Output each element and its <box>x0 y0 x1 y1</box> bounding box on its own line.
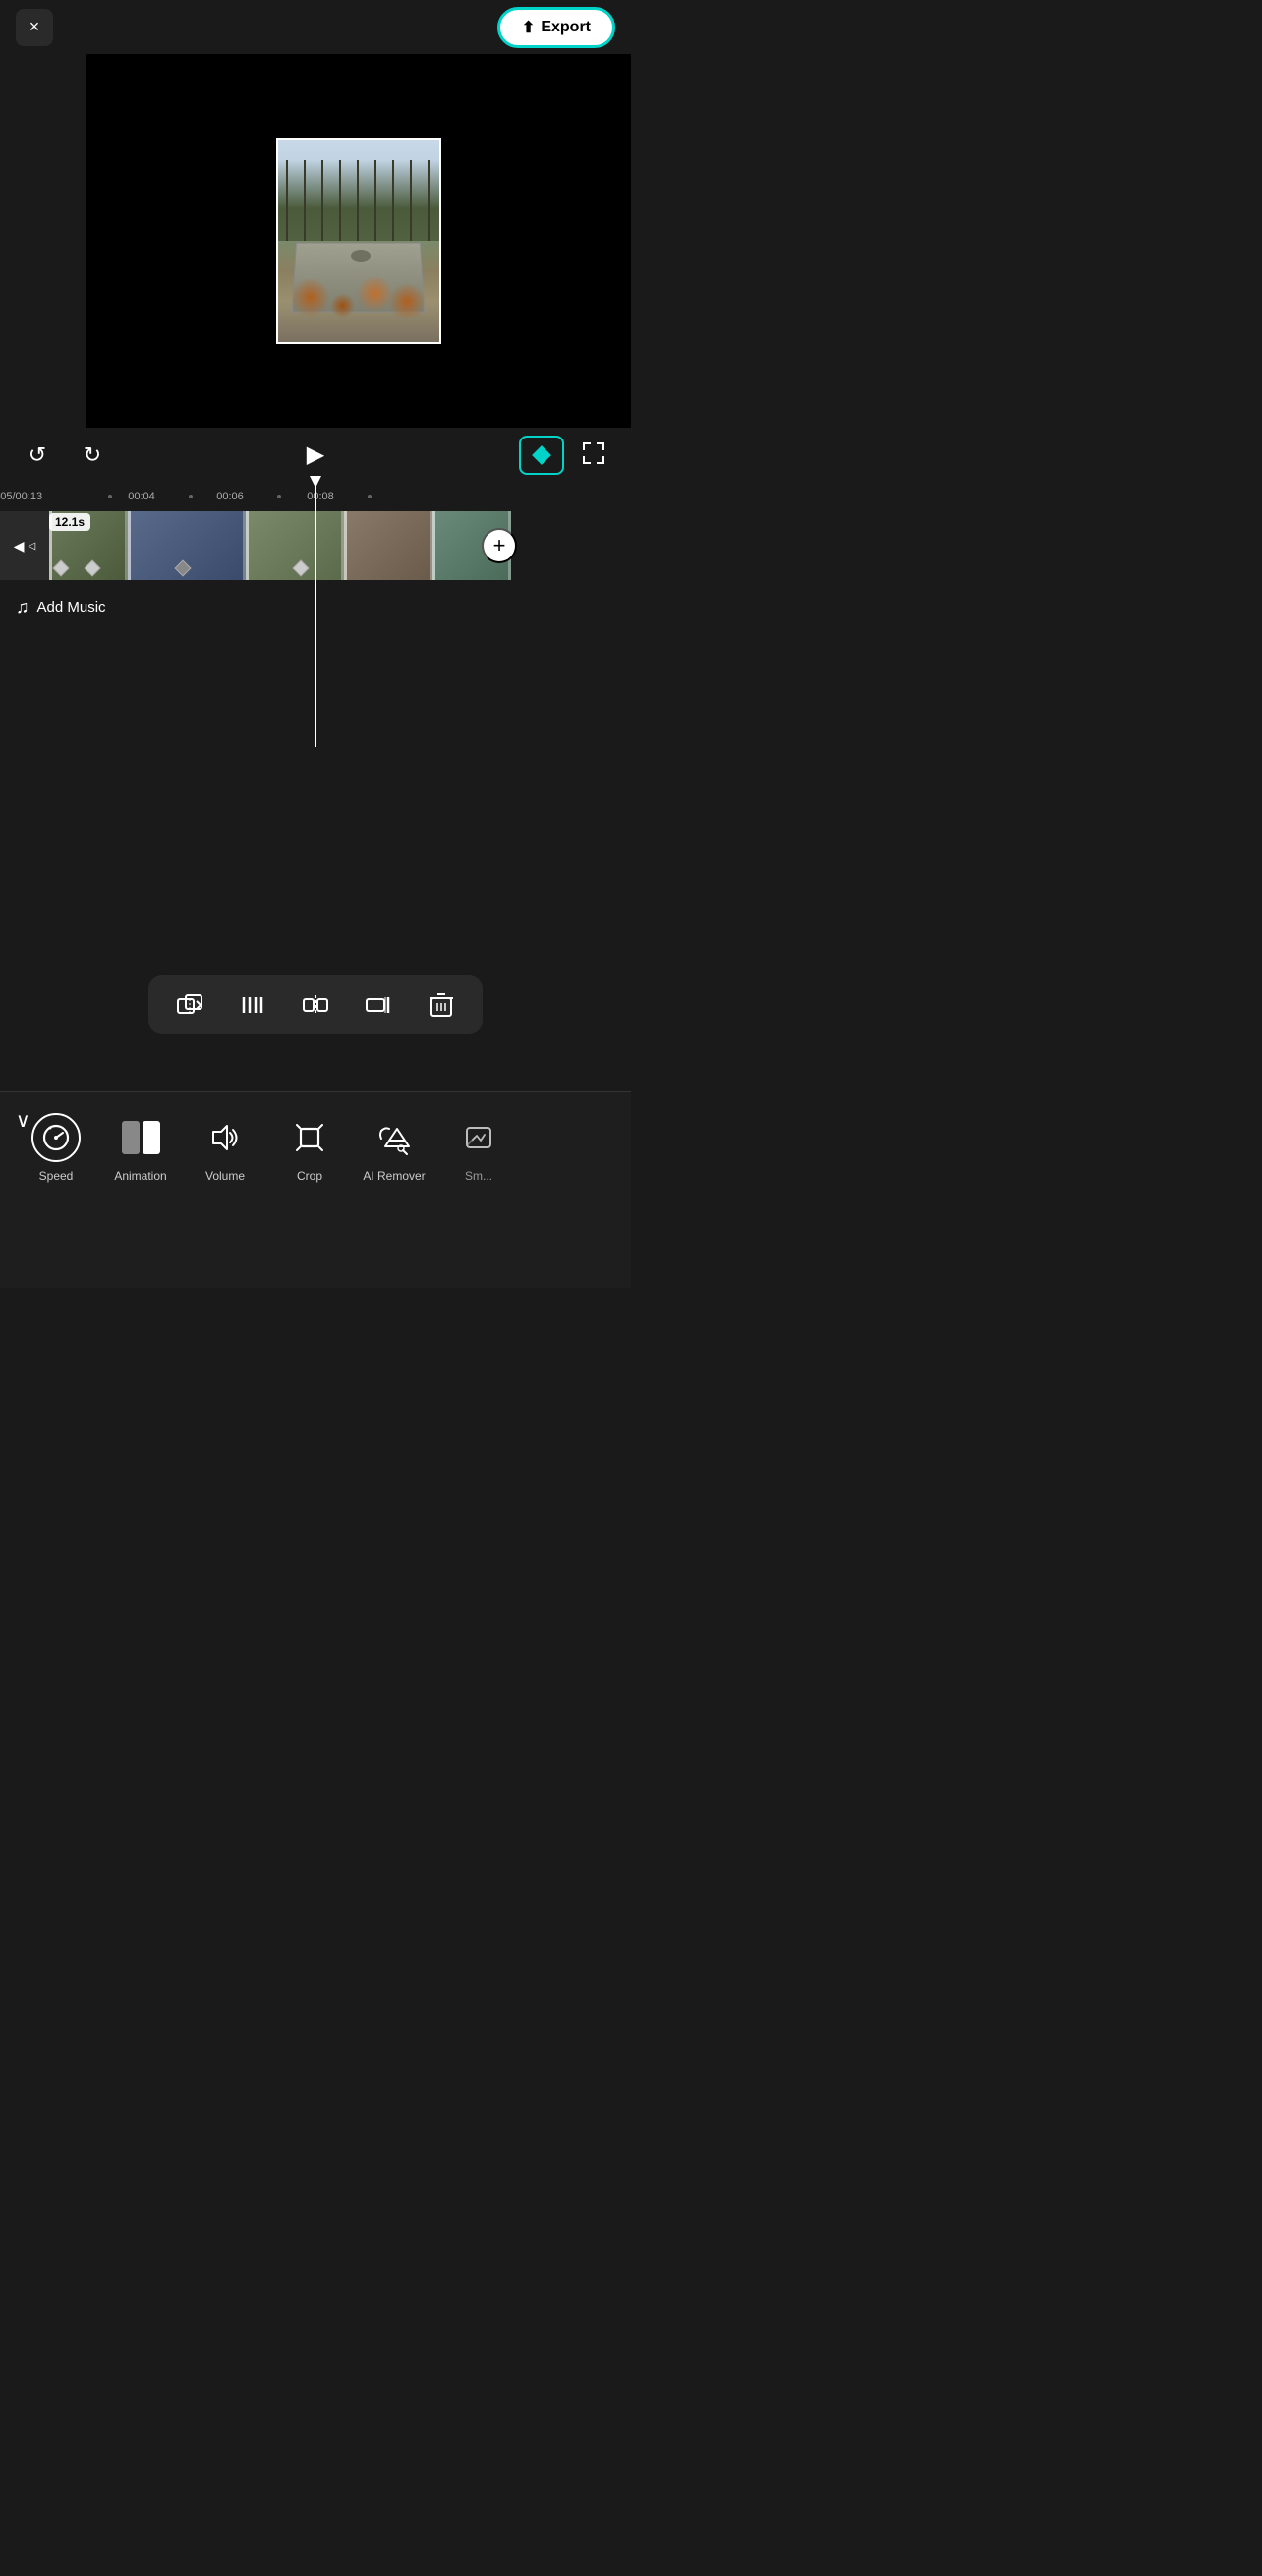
overlay-icon <box>176 991 203 1019</box>
export-label: Export <box>541 19 591 36</box>
fullscreen-icon <box>581 440 606 466</box>
trim-end-button[interactable] <box>357 983 400 1026</box>
clip-4[interactable] <box>344 511 432 580</box>
crop-tool[interactable]: Crop <box>267 1106 352 1189</box>
add-clip-area: + <box>511 511 527 580</box>
export-icon: ⬆ <box>522 18 535 37</box>
current-time: 00:05/00:13 <box>0 491 42 502</box>
collapse-arrow[interactable]: ∨ <box>16 1108 30 1133</box>
delete-icon <box>429 991 454 1019</box>
bottom-toolbar: ∨ Speed <box>0 1091 631 1288</box>
add-clip-button[interactable]: + <box>482 528 517 563</box>
smart-cutout-icon <box>461 1120 496 1155</box>
trim-end-icon <box>365 991 392 1019</box>
clip-3[interactable] <box>246 511 344 580</box>
clip-2[interactable] <box>128 511 246 580</box>
ruler-time-2: 00:06 <box>216 491 244 502</box>
overlay-tool-button[interactable] <box>168 983 211 1026</box>
animation-label: Animation <box>114 1169 166 1183</box>
keyframe-button[interactable] <box>519 436 564 475</box>
ruler-dot-4 <box>368 495 372 498</box>
animation-icon-wrap <box>115 1112 166 1163</box>
smart-cutout-tool[interactable]: Sm... <box>436 1106 521 1189</box>
split-at-head-icon <box>239 991 266 1019</box>
speed-svg <box>41 1123 71 1152</box>
header: × ⬆ Export <box>0 0 631 54</box>
volume-icon-wrap <box>200 1112 251 1163</box>
speed-icon <box>31 1113 81 1162</box>
smart-cutout-label: Sm... <box>465 1169 492 1183</box>
music-icon: ♫ <box>16 597 29 617</box>
undo-button[interactable]: ↺ <box>20 438 55 473</box>
ruler-dot-3 <box>277 495 281 498</box>
crop-icon-wrap <box>284 1112 335 1163</box>
diamond-1 <box>53 560 70 577</box>
track-clips: + <box>49 511 631 580</box>
speed-icon-wrap <box>30 1112 82 1163</box>
fullscreen-button[interactable] <box>576 436 611 471</box>
animation-tool[interactable]: Animation <box>98 1106 183 1189</box>
ai-remover-icon-wrap <box>369 1112 420 1163</box>
animation-icon <box>116 1113 165 1162</box>
play-button[interactable]: ▶ <box>298 438 333 473</box>
timeline-edit-toolbar <box>148 975 483 1034</box>
delete-button[interactable] <box>420 983 463 1026</box>
volume-icon <box>207 1120 243 1155</box>
ai-remover-label: AI Remover <box>363 1169 425 1183</box>
volume-tool[interactable]: Volume <box>183 1106 267 1189</box>
redo-button[interactable]: ↻ <box>75 438 110 473</box>
export-button[interactable]: ⬆ Export <box>497 7 615 48</box>
playback-controls: ↺ ↻ ▶ <box>0 428 631 482</box>
ruler-time-1: 00:04 <box>128 491 155 502</box>
speed-label: Speed <box>39 1169 74 1183</box>
keyframe-diamond-icon <box>532 445 551 465</box>
split-icon <box>302 991 329 1019</box>
track-duration: 12.1s <box>49 513 90 531</box>
video-preview <box>86 54 631 428</box>
timeline-playhead <box>315 482 316 747</box>
ai-remover-icon <box>375 1119 413 1156</box>
ruler-time-3: 00:08 <box>307 491 334 502</box>
split-at-head-button[interactable] <box>231 983 274 1026</box>
split-button[interactable] <box>294 983 337 1026</box>
diamond-2 <box>85 560 101 577</box>
track-nav-left[interactable]: ◀ ◁ <box>0 511 49 580</box>
bottom-tools-list: Speed Animation Volume <box>0 1092 631 1288</box>
add-music-label: Add Music <box>37 599 106 615</box>
close-button[interactable]: × <box>16 9 53 46</box>
nav-arrow-left: ◀ <box>14 538 25 555</box>
ruler-dot-2 <box>189 495 193 498</box>
video-frame <box>276 138 441 344</box>
volume-label: Volume <box>205 1169 245 1183</box>
nav-arrow-small: ◁ <box>29 541 36 552</box>
ruler-dot-1 <box>108 495 112 498</box>
diamond-4 <box>293 560 310 577</box>
diamond-3 <box>175 560 192 577</box>
smart-cutout-icon-wrap <box>453 1112 504 1163</box>
crop-label: Crop <box>297 1169 322 1183</box>
crop-icon <box>292 1120 327 1155</box>
ai-remover-tool[interactable]: AI Remover <box>352 1106 436 1189</box>
